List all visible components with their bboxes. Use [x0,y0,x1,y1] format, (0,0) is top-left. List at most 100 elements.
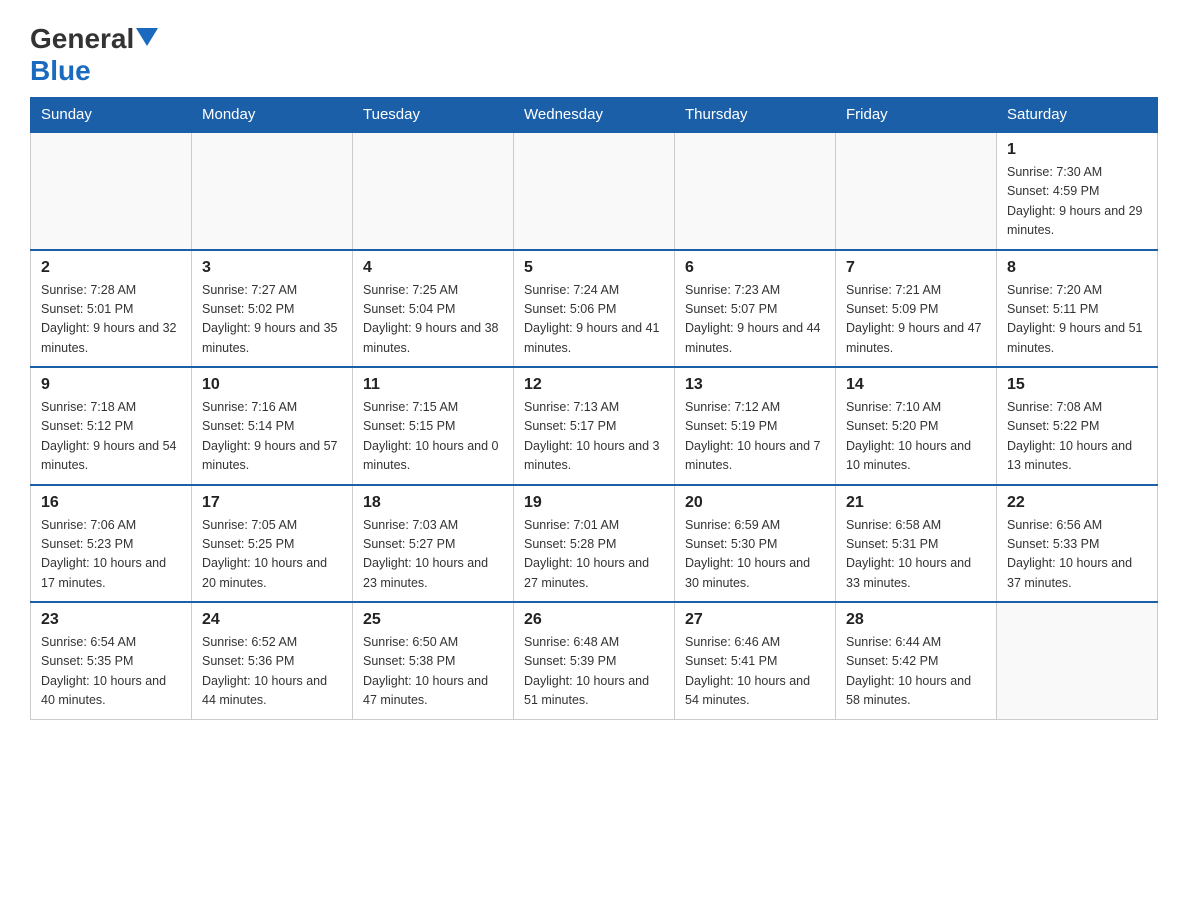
day-number: 25 [363,611,503,629]
calendar-cell: 27 Sunrise: 6:46 AMSunset: 5:41 PMDayligh… [675,602,836,719]
day-number: 2 [41,259,181,277]
logo-general: General [30,25,134,53]
weekday-header-wednesday: Wednesday [514,98,675,133]
day-number: 19 [524,494,664,512]
day-info: Sunrise: 6:52 AMSunset: 5:36 PMDaylight:… [202,633,342,711]
day-number: 21 [846,494,986,512]
calendar-cell: 16 Sunrise: 7:06 AMSunset: 5:23 PMDayligh… [31,485,192,603]
day-info: Sunrise: 6:56 AMSunset: 5:33 PMDaylight:… [1007,516,1147,594]
day-number: 8 [1007,259,1147,277]
day-info: Sunrise: 6:48 AMSunset: 5:39 PMDaylight:… [524,633,664,711]
day-number: 20 [685,494,825,512]
day-info: Sunrise: 7:03 AMSunset: 5:27 PMDaylight:… [363,516,503,594]
day-number: 11 [363,376,503,394]
weekday-header-friday: Friday [836,98,997,133]
calendar-cell: 22 Sunrise: 6:56 AMSunset: 5:33 PMDayligh… [997,485,1158,603]
day-info: Sunrise: 6:46 AMSunset: 5:41 PMDaylight:… [685,633,825,711]
calendar-cell: 23 Sunrise: 6:54 AMSunset: 5:35 PMDayligh… [31,602,192,719]
calendar-cell: 18 Sunrise: 7:03 AMSunset: 5:27 PMDayligh… [353,485,514,603]
calendar-cell: 24 Sunrise: 6:52 AMSunset: 5:36 PMDayligh… [192,602,353,719]
day-number: 24 [202,611,342,629]
calendar-cell: 26 Sunrise: 6:48 AMSunset: 5:39 PMDayligh… [514,602,675,719]
week-row-4: 16 Sunrise: 7:06 AMSunset: 5:23 PMDayligh… [31,485,1158,603]
day-info: Sunrise: 6:59 AMSunset: 5:30 PMDaylight:… [685,516,825,594]
day-info: Sunrise: 6:58 AMSunset: 5:31 PMDaylight:… [846,516,986,594]
calendar-cell: 11 Sunrise: 7:15 AMSunset: 5:15 PMDayligh… [353,367,514,485]
day-info: Sunrise: 7:23 AMSunset: 5:07 PMDaylight:… [685,281,825,359]
calendar-cell: 28 Sunrise: 6:44 AMSunset: 5:42 PMDayligh… [836,602,997,719]
calendar-cell: 5 Sunrise: 7:24 AMSunset: 5:06 PMDaylight… [514,250,675,368]
day-info: Sunrise: 7:28 AMSunset: 5:01 PMDaylight:… [41,281,181,359]
calendar-cell: 4Sunrise: 7:25 AMSunset: 5:04 PMDaylight… [353,250,514,368]
day-number: 3 [202,259,342,277]
weekday-header-monday: Monday [192,98,353,133]
day-number: 9 [41,376,181,394]
day-number: 7 [846,259,986,277]
calendar-cell [675,132,836,250]
day-number: 5 [524,259,664,277]
calendar-cell: 13 Sunrise: 7:12 AMSunset: 5:19 PMDayligh… [675,367,836,485]
day-info: Sunrise: 7:05 AMSunset: 5:25 PMDaylight:… [202,516,342,594]
calendar-cell: 12 Sunrise: 7:13 AMSunset: 5:17 PMDayligh… [514,367,675,485]
weekday-header-saturday: Saturday [997,98,1158,133]
day-info: Sunrise: 7:20 AMSunset: 5:11 PMDaylight:… [1007,281,1147,359]
day-number: 10 [202,376,342,394]
day-number: 27 [685,611,825,629]
day-number: 6 [685,259,825,277]
day-info: Sunrise: 7:08 AMSunset: 5:22 PMDaylight:… [1007,398,1147,476]
calendar-cell: 17 Sunrise: 7:05 AMSunset: 5:25 PMDayligh… [192,485,353,603]
calendar-cell: 8 Sunrise: 7:20 AMSunset: 5:11 PMDaylight… [997,250,1158,368]
weekday-header-tuesday: Tuesday [353,98,514,133]
day-info: Sunrise: 7:24 AMSunset: 5:06 PMDaylight:… [524,281,664,359]
logo: General Blue [30,20,158,87]
calendar-table: SundayMondayTuesdayWednesdayThursdayFrid… [30,97,1158,720]
day-info: Sunrise: 6:54 AMSunset: 5:35 PMDaylight:… [41,633,181,711]
day-number: 13 [685,376,825,394]
day-info: Sunrise: 7:30 AMSunset: 4:59 PMDaylight:… [1007,163,1147,241]
weekday-header-sunday: Sunday [31,98,192,133]
day-info: Sunrise: 7:12 AMSunset: 5:19 PMDaylight:… [685,398,825,476]
calendar-cell: 1 Sunrise: 7:30 AMSunset: 4:59 PMDaylight… [997,132,1158,250]
calendar-cell: 2 Sunrise: 7:28 AMSunset: 5:01 PMDaylight… [31,250,192,368]
day-info: Sunrise: 7:10 AMSunset: 5:20 PMDaylight:… [846,398,986,476]
calendar-cell [353,132,514,250]
day-number: 18 [363,494,503,512]
day-info: Sunrise: 7:13 AMSunset: 5:17 PMDaylight:… [524,398,664,476]
day-number: 1 [1007,141,1147,159]
day-number: 22 [1007,494,1147,512]
logo-blue: Blue [30,55,91,87]
day-number: 26 [524,611,664,629]
calendar-cell [31,132,192,250]
week-row-1: 1 Sunrise: 7:30 AMSunset: 4:59 PMDaylight… [31,132,1158,250]
day-info: Sunrise: 7:18 AMSunset: 5:12 PMDaylight:… [41,398,181,476]
day-number: 17 [202,494,342,512]
page-header: General Blue [30,20,1158,87]
weekday-header-row: SundayMondayTuesdayWednesdayThursdayFrid… [31,98,1158,133]
day-number: 14 [846,376,986,394]
calendar-cell: 9 Sunrise: 7:18 AMSunset: 5:12 PMDaylight… [31,367,192,485]
day-info: Sunrise: 7:15 AMSunset: 5:15 PMDaylight:… [363,398,503,476]
calendar-cell: 25 Sunrise: 6:50 AMSunset: 5:38 PMDayligh… [353,602,514,719]
day-info: Sunrise: 7:06 AMSunset: 5:23 PMDaylight:… [41,516,181,594]
day-info: Sunrise: 6:44 AMSunset: 5:42 PMDaylight:… [846,633,986,711]
calendar-cell [997,602,1158,719]
week-row-5: 23 Sunrise: 6:54 AMSunset: 5:35 PMDayligh… [31,602,1158,719]
calendar-cell: 21 Sunrise: 6:58 AMSunset: 5:31 PMDayligh… [836,485,997,603]
calendar-cell [514,132,675,250]
weekday-header-thursday: Thursday [675,98,836,133]
calendar-cell: 10 Sunrise: 7:16 AMSunset: 5:14 PMDayligh… [192,367,353,485]
day-number: 4 [363,259,503,277]
day-info: Sunrise: 7:01 AMSunset: 5:28 PMDaylight:… [524,516,664,594]
day-number: 23 [41,611,181,629]
day-info: Sunrise: 7:21 AMSunset: 5:09 PMDaylight:… [846,281,986,359]
calendar-cell: 19 Sunrise: 7:01 AMSunset: 5:28 PMDayligh… [514,485,675,603]
day-info: Sunrise: 6:50 AMSunset: 5:38 PMDaylight:… [363,633,503,711]
day-number: 12 [524,376,664,394]
week-row-3: 9 Sunrise: 7:18 AMSunset: 5:12 PMDaylight… [31,367,1158,485]
calendar-cell: 3Sunrise: 7:27 AMSunset: 5:02 PMDaylight… [192,250,353,368]
day-number: 16 [41,494,181,512]
calendar-cell [192,132,353,250]
calendar-cell: 15Sunrise: 7:08 AMSunset: 5:22 PMDayligh… [997,367,1158,485]
day-number: 28 [846,611,986,629]
day-info: Sunrise: 7:16 AMSunset: 5:14 PMDaylight:… [202,398,342,476]
